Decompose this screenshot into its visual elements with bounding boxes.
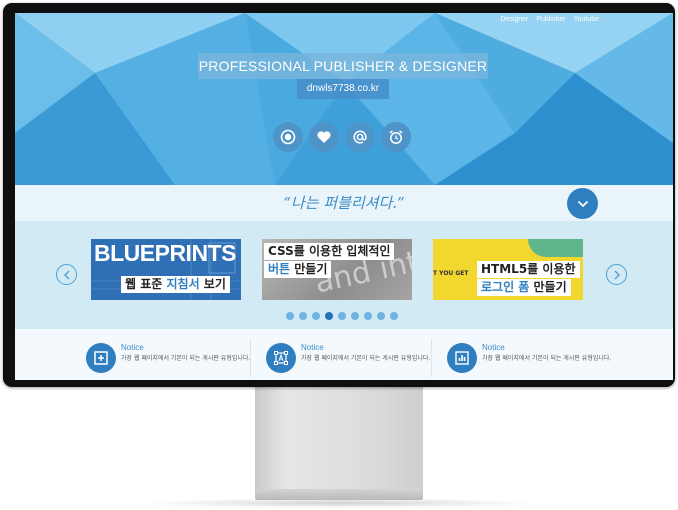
at-icon[interactable]	[345, 122, 375, 152]
notice-title: Notice	[301, 343, 324, 352]
card-caption-line2: 로그인 폼 만들기	[477, 279, 571, 296]
slider-dot[interactable]	[325, 312, 333, 320]
divider	[431, 339, 432, 377]
nav-youtube-link[interactable]: Youtube	[574, 16, 599, 23]
vector-shape-icon	[266, 343, 296, 373]
card-caption-line1: HTML5를 이용한	[477, 261, 580, 278]
target-icon[interactable]	[273, 122, 303, 152]
divider	[250, 339, 251, 377]
heart-icon[interactable]	[309, 122, 339, 152]
monitor-screen: Designer Publisher Youtube PROFESSIONAL …	[15, 13, 673, 380]
slider-next-button[interactable]	[606, 264, 627, 285]
scroll-down-button[interactable]	[567, 188, 598, 219]
card-caption-line2: 버튼 만들기	[264, 261, 332, 278]
slider-dot[interactable]	[286, 312, 294, 320]
notice-description: 가장 웹 페이지에서 기본이 되는 게시판 유형입니다.	[301, 355, 431, 362]
slider-dot[interactable]	[377, 312, 385, 320]
polygon-background	[15, 13, 673, 185]
slide-card-web-standards[interactable]: BLUEPRINTS 웹 표준 지침서 보기	[91, 239, 241, 300]
card-bg-text: T YOU GET	[433, 270, 469, 277]
bar-chart-icon	[447, 343, 477, 373]
notice-description: 가장 웹 페이지에서 기본이 되는 게시판 유형입니다.	[121, 355, 251, 362]
slider-dot[interactable]	[351, 312, 359, 320]
chevron-left-icon	[63, 270, 69, 279]
slide-card-login-form[interactable]: T YOU GET HTML5를 이용한 로그인 폼 만들기	[433, 239, 583, 300]
chevron-right-icon	[614, 270, 620, 279]
hero-domain: dnwls7738.co.kr	[297, 79, 389, 99]
nav-designer-link[interactable]: Designer	[500, 16, 528, 23]
hero-section: Designer Publisher Youtube PROFESSIONAL …	[15, 13, 673, 185]
chevron-down-icon	[577, 200, 588, 207]
notice-description: 가장 웹 페이지에서 기본이 되는 게시판 유형입니다.	[482, 355, 612, 362]
hero-title: PROFESSIONAL PUBLISHER & DESIGNER	[198, 53, 488, 79]
notice-title: Notice	[482, 343, 505, 352]
slider-dot[interactable]	[299, 312, 307, 320]
slider-pagination	[286, 312, 398, 320]
slider-dot[interactable]	[338, 312, 346, 320]
slide-card-css-button[interactable]: and inte CSS를 이용한 입체적인 버튼 만들기	[262, 239, 412, 300]
slogan-band: “나는 퍼블리셔다.”	[15, 185, 673, 221]
slider-dot[interactable]	[312, 312, 320, 320]
monitor-stand-base	[255, 489, 423, 500]
slider-prev-button[interactable]	[56, 264, 77, 285]
card-caption-line1: CSS를 이용한 입체적인	[264, 243, 395, 260]
card-banner-text: BLUEPRINTS	[94, 240, 236, 266]
slider-dot[interactable]	[390, 312, 398, 320]
alarm-clock-icon[interactable]	[381, 122, 411, 152]
nav-publisher-link[interactable]: Publisher	[536, 16, 565, 23]
image-slider: BLUEPRINTS 웹 표준 지침서 보기 and inte CSS를 이용한…	[15, 221, 673, 329]
monitor-bezel: Designer Publisher Youtube PROFESSIONAL …	[3, 3, 675, 387]
top-navigation: Designer Publisher Youtube	[500, 16, 599, 23]
plus-square-icon	[86, 343, 116, 373]
card-caption: 웹 표준 지침서 보기	[121, 276, 230, 293]
monitor-stand	[255, 387, 423, 489]
slider-dot[interactable]	[364, 312, 372, 320]
notice-title: Notice	[121, 343, 144, 352]
notice-row: Notice 가장 웹 페이지에서 기본이 되는 게시판 유형입니다. Noti…	[15, 329, 673, 380]
